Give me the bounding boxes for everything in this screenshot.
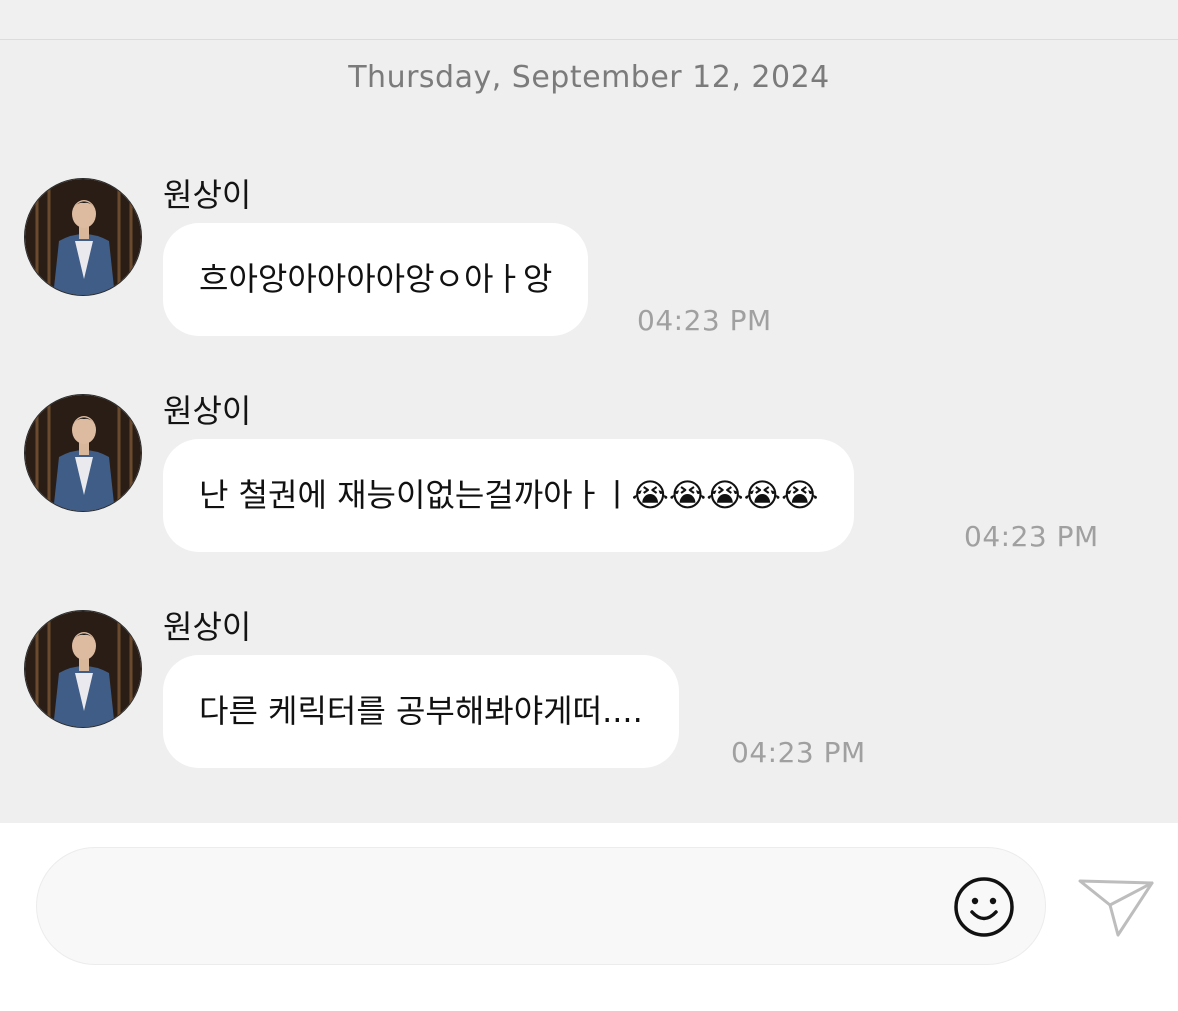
message-bubble[interactable]: 흐아앙아아아아앙ㅇ아ㅏ앙 (163, 223, 589, 336)
sender-name: 원상이 (163, 608, 252, 646)
message-thread[interactable]: Thursday, September 12, 2024 원상이 흐아앙아아아아… (0, 40, 1178, 822)
sender-avatar[interactable] (24, 178, 142, 296)
sender-name: 원상이 (163, 392, 252, 430)
message-bubble[interactable]: 다른 케릭터를 공부해봐야게떠.... (163, 655, 679, 768)
message-input[interactable] (36, 847, 1046, 965)
message-row: 원상이 다른 케릭터를 공부해봐야게떠.... 04:23 PM (0, 580, 1178, 770)
paper-plane-icon[interactable] (1076, 873, 1156, 939)
date-header: Thursday, September 12, 2024 (348, 60, 830, 95)
message-row: 원상이 흐아앙아아아아앙ㅇ아ㅏ앙 04:23 PM (0, 148, 1178, 338)
message-composer (0, 823, 1178, 1011)
message-timestamp: 04:23 PM (637, 304, 772, 337)
message-row: 원상이 난 철권에 재능이없는걸까아ㅏㅣ😭😭😭😭😭 04:23 PM (0, 364, 1178, 554)
message-bubble[interactable]: 난 철권에 재능이없는걸까아ㅏㅣ😭😭😭😭😭 (163, 439, 855, 552)
message-timestamp: 04:23 PM (964, 520, 1099, 553)
top-bar (0, 0, 1178, 40)
sender-avatar[interactable] (24, 394, 142, 512)
sender-avatar[interactable] (24, 610, 142, 728)
sender-name: 원상이 (163, 176, 252, 214)
smiley-icon[interactable] (952, 875, 1016, 939)
message-timestamp: 04:23 PM (731, 736, 866, 769)
